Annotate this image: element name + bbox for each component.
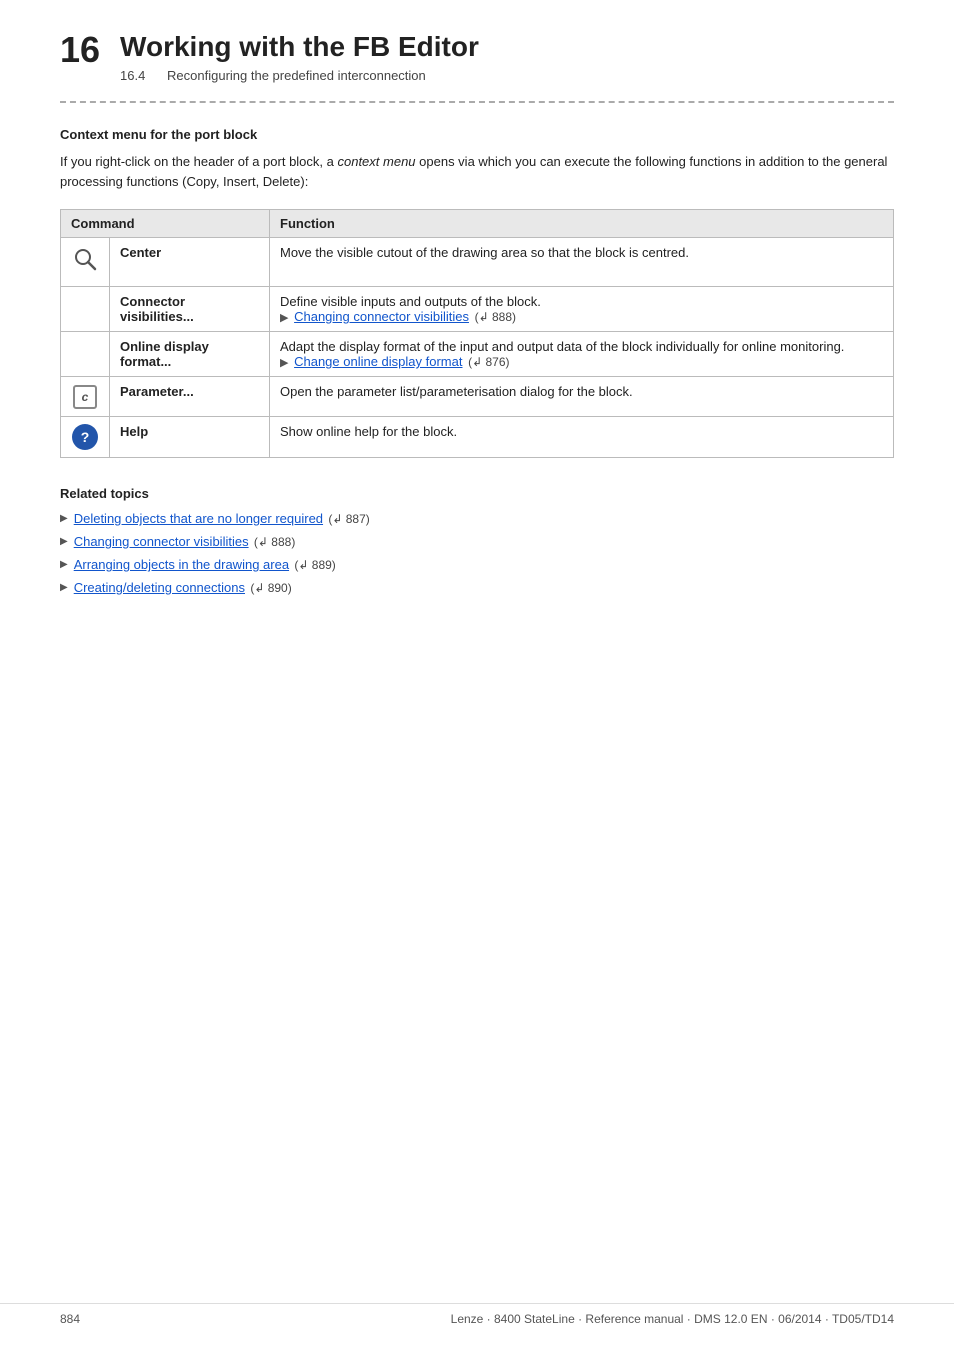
search-icon xyxy=(71,245,99,273)
related-topics-section: Related topics Deleting objects that are… xyxy=(60,486,894,595)
list-item: Deleting objects that are no longer requ… xyxy=(60,511,894,526)
col1-header: Command xyxy=(61,210,270,238)
list-item: Arranging objects in the drawing area (↲… xyxy=(60,557,894,572)
context-menu-heading: Context menu for the port block xyxy=(60,127,894,142)
online-display-ref: (↲ 876) xyxy=(468,355,509,369)
connector-vis-link[interactable]: Changing connector visibilities xyxy=(294,309,469,324)
table-row: Center Move the visible cutout of the dr… xyxy=(61,238,894,287)
online-icon-cell xyxy=(61,332,110,377)
ref-3: (↲ 889) xyxy=(291,558,336,572)
command-table: Command Function Center Move the visible… xyxy=(60,209,894,458)
center-command: Center xyxy=(110,238,270,287)
ref-1: (↲ 887) xyxy=(325,512,370,526)
section-title: Reconfiguring the predefined interconnec… xyxy=(167,68,426,83)
help-function: Show online help for the block. xyxy=(270,417,894,458)
center-function: Move the visible cutout of the drawing a… xyxy=(270,238,894,287)
connector-command: Connector visibilities... xyxy=(110,287,270,332)
related-topics-list: Deleting objects that are no longer requ… xyxy=(60,511,894,595)
chapter-subtitle: 16.4 Reconfiguring the predefined interc… xyxy=(120,68,479,83)
online-display-link[interactable]: Change online display format xyxy=(294,354,462,369)
help-command: Help xyxy=(110,417,270,458)
online-function: Adapt the display format of the input an… xyxy=(270,332,894,377)
publisher-info: Lenze · 8400 StateLine · Reference manua… xyxy=(451,1312,894,1326)
intro-italic: context menu xyxy=(337,154,415,169)
list-item: Changing connector visibilities (↲ 888) xyxy=(60,534,894,549)
section-number: 16.4 xyxy=(120,68,145,83)
table-row: c Parameter... Open the parameter list/p… xyxy=(61,377,894,417)
table-row: Online display format... Adapt the displ… xyxy=(61,332,894,377)
help-icon: ? xyxy=(72,424,98,450)
arrow-icon-2: ▶ xyxy=(280,357,288,369)
param-icon: c xyxy=(73,385,97,409)
chapter-title-block: Working with the FB Editor 16.4 Reconfig… xyxy=(120,30,479,83)
param-icon-cell: c xyxy=(61,377,110,417)
list-item: Creating/deleting connections (↲ 890) xyxy=(60,580,894,595)
page-number: 884 xyxy=(60,1312,80,1326)
col2-header: Function xyxy=(270,210,894,238)
related-link-3[interactable]: Arranging objects in the drawing area xyxy=(74,557,289,572)
connector-vis-ref: (↲ 888) xyxy=(475,310,516,324)
related-topics-heading: Related topics xyxy=(60,486,894,501)
page-footer: 884 Lenze · 8400 StateLine · Reference m… xyxy=(0,1303,954,1326)
intro-paragraph: If you right-click on the header of a po… xyxy=(60,152,894,194)
help-icon-cell: ? xyxy=(61,417,110,458)
related-link-1[interactable]: Deleting objects that are no longer requ… xyxy=(74,511,323,526)
chapter-title: Working with the FB Editor xyxy=(120,30,479,64)
param-function: Open the parameter list/parameterisation… xyxy=(270,377,894,417)
arrow-icon: ▶ xyxy=(280,312,288,324)
context-menu-section: Context menu for the port block If you r… xyxy=(60,127,894,194)
table-row: ? Help Show online help for the block. xyxy=(61,417,894,458)
related-link-4[interactable]: Creating/deleting connections xyxy=(74,580,245,595)
center-icon-cell xyxy=(61,238,110,287)
page-header: 16 Working with the FB Editor 16.4 Recon… xyxy=(60,30,894,83)
divider xyxy=(60,101,894,103)
chapter-number: 16 xyxy=(60,30,100,70)
connector-icon-cell xyxy=(61,287,110,332)
table-row: Connector visibilities... Define visible… xyxy=(61,287,894,332)
connector-function: Define visible inputs and outputs of the… xyxy=(270,287,894,332)
ref-2: (↲ 888) xyxy=(251,535,296,549)
intro-text-part1: If you right-click on the header of a po… xyxy=(60,154,337,169)
related-link-2[interactable]: Changing connector visibilities xyxy=(74,534,249,549)
ref-4: (↲ 890) xyxy=(247,581,292,595)
param-command: Parameter... xyxy=(110,377,270,417)
online-command: Online display format... xyxy=(110,332,270,377)
